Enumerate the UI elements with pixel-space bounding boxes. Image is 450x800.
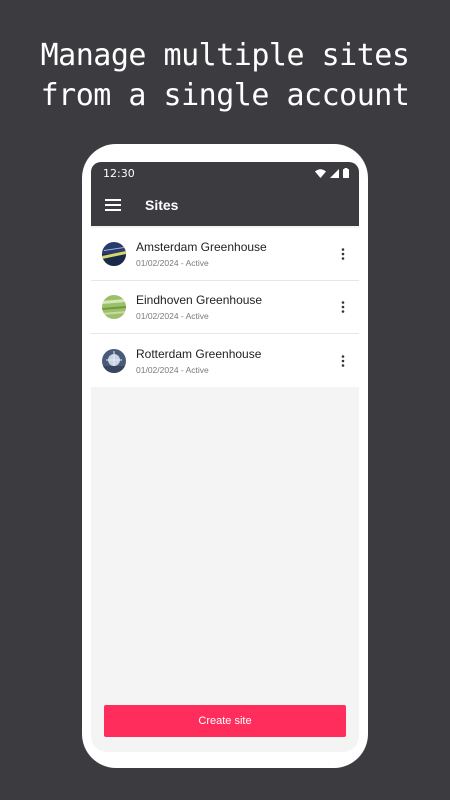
headline-line-2: from a single account [40,78,410,113]
site-name: Eindhoven Greenhouse [136,293,263,307]
app-bar: Sites [91,184,359,226]
site-subtitle: 01/02/2024 - Active [136,364,209,375]
wifi-icon [315,168,326,178]
site-name: Rotterdam Greenhouse [136,346,262,361]
signal-icon [330,168,339,178]
status-icons [315,168,349,178]
phone-frame: 12:30 Sites Amsterdam Greenhouse 01/02/2… [82,144,368,768]
more-vert-icon[interactable] [335,244,351,264]
site-subtitle: 01/02/2024 - Active [136,311,209,321]
site-thumbnail [102,295,126,319]
headline-line-1: Manage multiple sites [40,38,410,73]
battery-icon [343,168,349,178]
headline: Manage multiple sites from a single acco… [0,36,450,116]
status-time: 12:30 [103,166,135,180]
site-thumbnail [102,348,126,373]
phone-screen: 12:30 Sites Amsterdam Greenhouse 01/02/2… [91,162,359,752]
site-subtitle: 01/02/2024 - Active [136,258,209,268]
site-item-eindhoven[interactable]: Eindhoven Greenhouse 01/02/2024 - Active [91,281,359,334]
more-vert-icon[interactable] [335,297,351,317]
sites-list: Amsterdam Greenhouse 01/02/2024 - Active [91,228,359,387]
site-name: Amsterdam Greenhouse [136,240,267,254]
create-site-button[interactable]: Create site [104,705,346,737]
site-item-rotterdam[interactable]: Rotterdam Greenhouse 01/02/2024 - Active [91,334,359,387]
hamburger-menu-icon[interactable] [91,184,135,226]
status-bar: 12:30 [91,162,359,184]
site-thumbnail [102,242,126,266]
site-item-amsterdam[interactable]: Amsterdam Greenhouse 01/02/2024 - Active [91,228,359,281]
more-vert-icon[interactable] [335,351,351,371]
page-title: Sites [145,197,179,213]
